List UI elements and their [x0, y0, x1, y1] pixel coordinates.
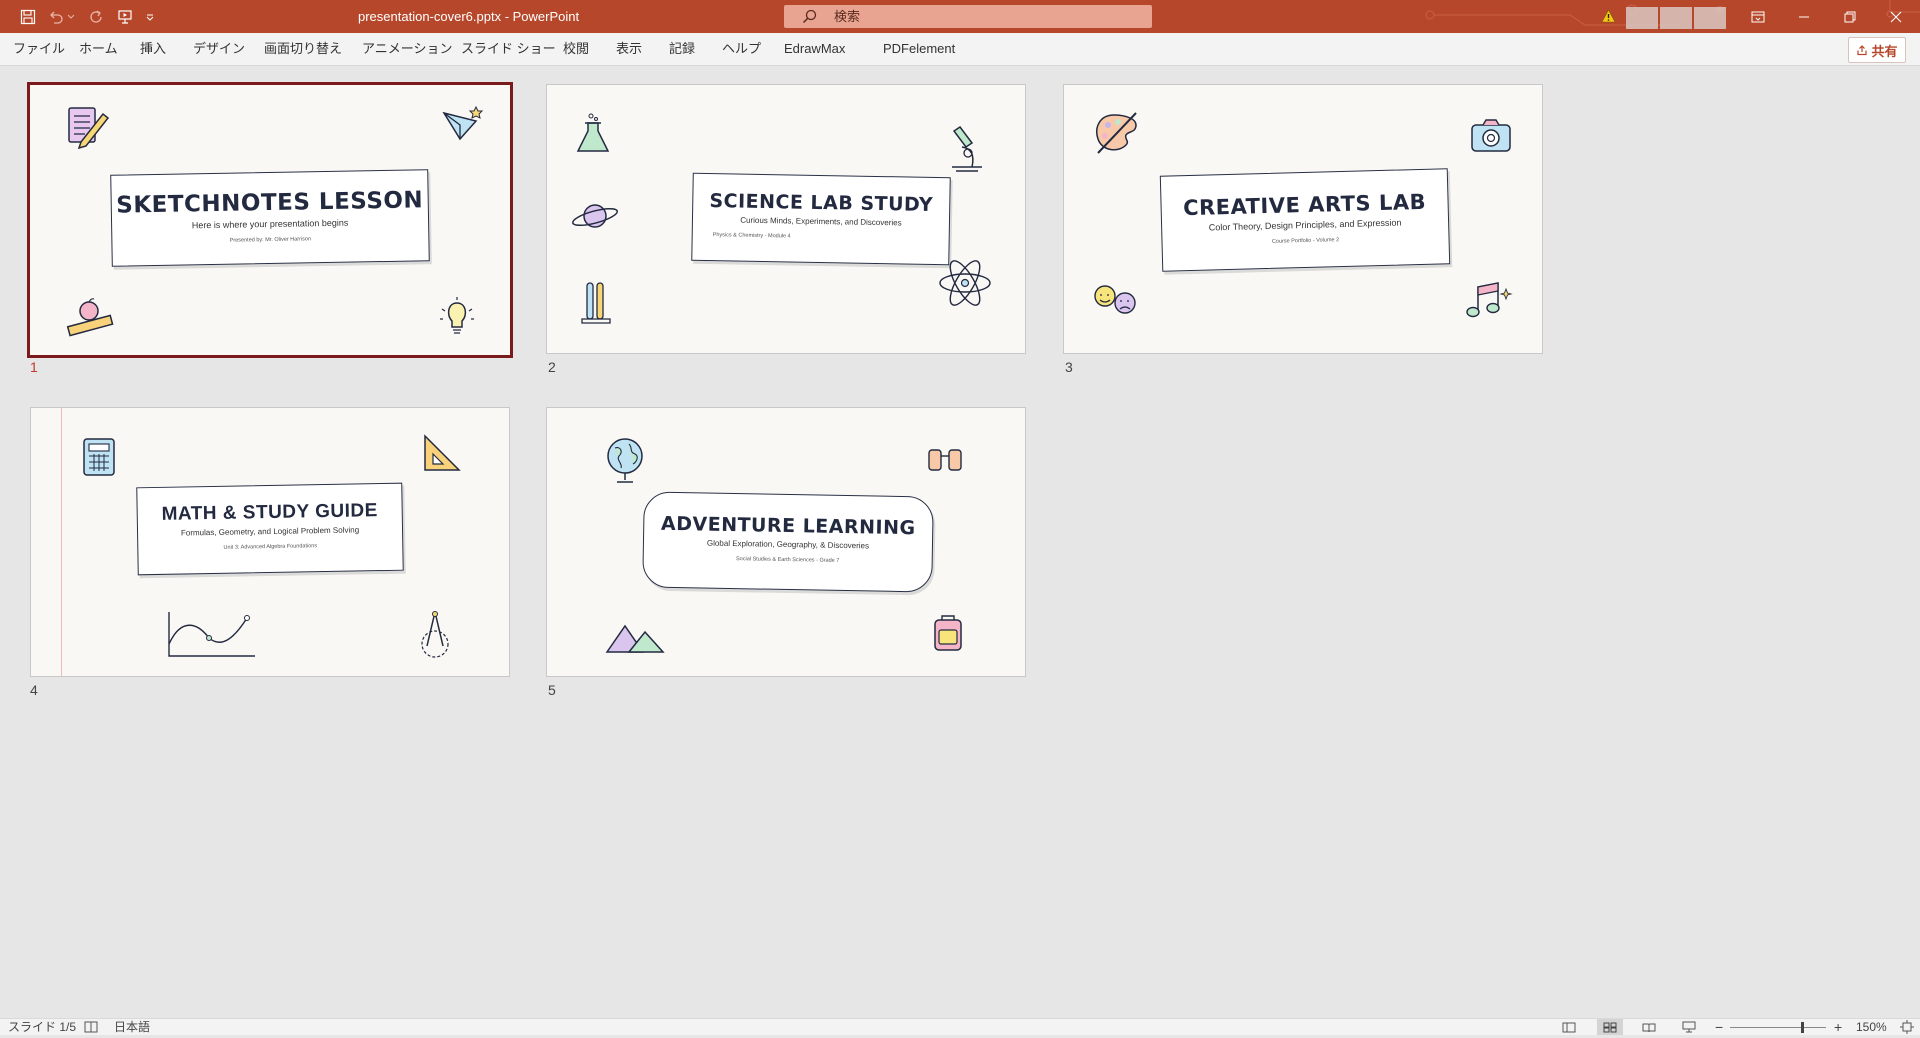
tab-transitions[interactable]: 画面切り替え — [264, 33, 342, 65]
music-note-icon — [1466, 282, 1513, 318]
zoom-slider-thumb[interactable] — [1801, 1022, 1804, 1033]
account-area[interactable] — [1626, 7, 1726, 29]
status-bar: スライド 1/5 日本語 − + 150% — [0, 1018, 1920, 1035]
tab-help[interactable]: ヘルプ — [722, 33, 761, 65]
paper-plane-icon — [442, 105, 484, 141]
slide-number-5: 5 — [548, 682, 556, 698]
lightbulb-icon — [440, 297, 474, 334]
ribbon-tabs: ファイル ホーム 挿入 デザイン 画面切り替え アニメーション スライド ショー… — [0, 33, 1920, 66]
microscope-icon — [952, 125, 982, 172]
fit-to-window-icon[interactable] — [1900, 1019, 1914, 1038]
title-card: CREATIVE ARTS LAB Color Theory, Design P… — [1159, 168, 1451, 272]
tab-insert[interactable]: 挿入 — [140, 33, 166, 65]
save-icon[interactable] — [17, 6, 39, 28]
customize-toolbar-icon[interactable] — [144, 6, 156, 28]
ribbon-display-options-icon[interactable] — [1736, 0, 1780, 33]
reading-view-icon[interactable] — [1636, 1019, 1662, 1035]
slide-title: SKETCHNOTES LESSON — [116, 187, 424, 219]
notepad-pencil-icon — [68, 107, 110, 150]
compass-icon — [421, 611, 449, 658]
tab-design[interactable]: デザイン — [193, 33, 245, 65]
slide-subtitle: Here is where your presentation begins — [191, 217, 349, 231]
test-tubes-icon — [581, 282, 611, 324]
slide-sorter-view: SKETCHNOTES LESSON Here is where your pr… — [0, 66, 1920, 1018]
title-card: SCIENCE LAB STUDY Curious Minds, Experim… — [691, 172, 951, 266]
title-card: MATH & STUDY GUIDE Formulas, Geometry, a… — [136, 482, 404, 576]
search-box[interactable]: 検索 — [784, 5, 1152, 28]
search-icon — [802, 9, 817, 29]
slide-subtitle: Global Exploration, Geography, & Discove… — [706, 538, 870, 551]
slide-meta: Course Portfolio - Volume 2 — [1271, 237, 1340, 245]
search-placeholder: 検索 — [834, 9, 861, 24]
palette-brush-icon — [1096, 112, 1137, 154]
slideshow-view-icon[interactable] — [1676, 1019, 1702, 1035]
tab-review[interactable]: 校閲 — [563, 33, 589, 65]
zoom-out-icon[interactable]: − — [1715, 1019, 1723, 1035]
notebook-margin-line — [61, 408, 62, 676]
slide-subtitle: Curious Minds, Experiments, and Discover… — [740, 215, 902, 228]
slide-number-2: 2 — [548, 359, 556, 375]
slide-meta: Social Studies & Earth Sciences - Grade … — [735, 556, 840, 564]
slide-number-3: 3 — [1065, 359, 1073, 375]
slide-indicator: スライド 1/5 — [8, 1020, 77, 1034]
camera-icon — [1471, 119, 1511, 152]
slide-sorter-view-icon[interactable] — [1597, 1019, 1623, 1035]
tab-slideshow[interactable]: スライド ショー — [461, 33, 556, 65]
slide-thumbnail-1[interactable]: SKETCHNOTES LESSON Here is where your pr… — [27, 82, 513, 358]
slide-number-1: 1 — [30, 359, 38, 375]
share-icon — [1857, 45, 1868, 56]
slide-meta: Unit 3: Advanced Algebra Foundations — [223, 543, 318, 551]
slide-number-4: 4 — [30, 682, 38, 698]
restore-icon[interactable] — [1828, 0, 1872, 33]
language-indicator[interactable]: 日本語 — [114, 1019, 150, 1035]
slide-title: ADVENTURE LEARNING — [660, 512, 916, 540]
theater-masks-icon — [1094, 285, 1136, 314]
apple-ruler-icon — [66, 298, 114, 337]
title-card: SKETCHNOTES LESSON Here is where your pr… — [110, 169, 430, 267]
tab-home[interactable]: ホーム — [79, 33, 118, 65]
set-square-icon — [424, 434, 461, 471]
tab-animations[interactable]: アニメーション — [362, 33, 452, 65]
title-card: ADVENTURE LEARNING Global Exploration, G… — [642, 491, 934, 593]
document-title: presentation-cover6.pptx - PowerPoint — [358, 9, 580, 24]
minimize-icon[interactable] — [1782, 0, 1826, 33]
share-label: 共有 — [1871, 43, 1898, 59]
slide-thumbnail-5[interactable]: ADVENTURE LEARNING Global Exploration, G… — [546, 407, 1026, 677]
slide-title: SCIENCE LAB STUDY — [709, 190, 934, 216]
slide-subtitle: Formulas, Geometry, and Logical Problem … — [180, 525, 360, 538]
spellcheck-icon[interactable] — [84, 1019, 98, 1037]
tab-file[interactable]: ファイル — [13, 33, 65, 65]
globe-icon — [607, 438, 643, 483]
warning-icon[interactable] — [1601, 9, 1616, 28]
slide-thumbnail-2[interactable]: SCIENCE LAB STUDY Curious Minds, Experim… — [546, 84, 1026, 354]
undo-icon[interactable] — [45, 6, 67, 28]
zoom-slider[interactable] — [1730, 1027, 1826, 1028]
graph-curve-icon — [168, 612, 255, 657]
slide-meta: Physics & Chemistry - Module 4 — [712, 232, 791, 240]
binoculars-icon — [928, 449, 962, 471]
redo-icon[interactable] — [85, 6, 107, 28]
normal-view-icon[interactable] — [1556, 1019, 1582, 1035]
slide-title: MATH & STUDY GUIDE — [161, 500, 379, 525]
zoom-level[interactable]: 150% — [1856, 1019, 1887, 1035]
slide-title: CREATIVE ARTS LAB — [1182, 189, 1427, 221]
share-button[interactable]: 共有 — [1848, 37, 1906, 63]
zoom-in-icon[interactable]: + — [1834, 1019, 1842, 1035]
undo-dropdown-icon[interactable] — [66, 6, 76, 28]
slide-thumbnail-3[interactable]: CREATIVE ARTS LAB Color Theory, Design P… — [1063, 84, 1543, 354]
tab-edrawmax[interactable]: EdrawMax — [784, 33, 845, 65]
tab-pdfelement[interactable]: PDFelement — [883, 33, 955, 65]
title-bar: presentation-cover6.pptx - PowerPoint 検索 — [0, 0, 1920, 33]
tab-view[interactable]: 表示 — [616, 33, 642, 65]
close-icon[interactable] — [1874, 0, 1918, 33]
mountains-icon — [605, 624, 665, 653]
planet-icon — [571, 204, 619, 228]
slideshow-start-icon[interactable] — [114, 6, 136, 28]
calculator-icon — [83, 438, 115, 476]
backpack-icon — [934, 615, 962, 651]
slide-thumbnail-4[interactable]: MATH & STUDY GUIDE Formulas, Geometry, a… — [30, 407, 510, 677]
slide-presenter: Presented by: Mr. Oliver Harrison — [229, 236, 312, 244]
tab-record[interactable]: 記録 — [669, 33, 695, 65]
flask-icon — [576, 113, 610, 152]
